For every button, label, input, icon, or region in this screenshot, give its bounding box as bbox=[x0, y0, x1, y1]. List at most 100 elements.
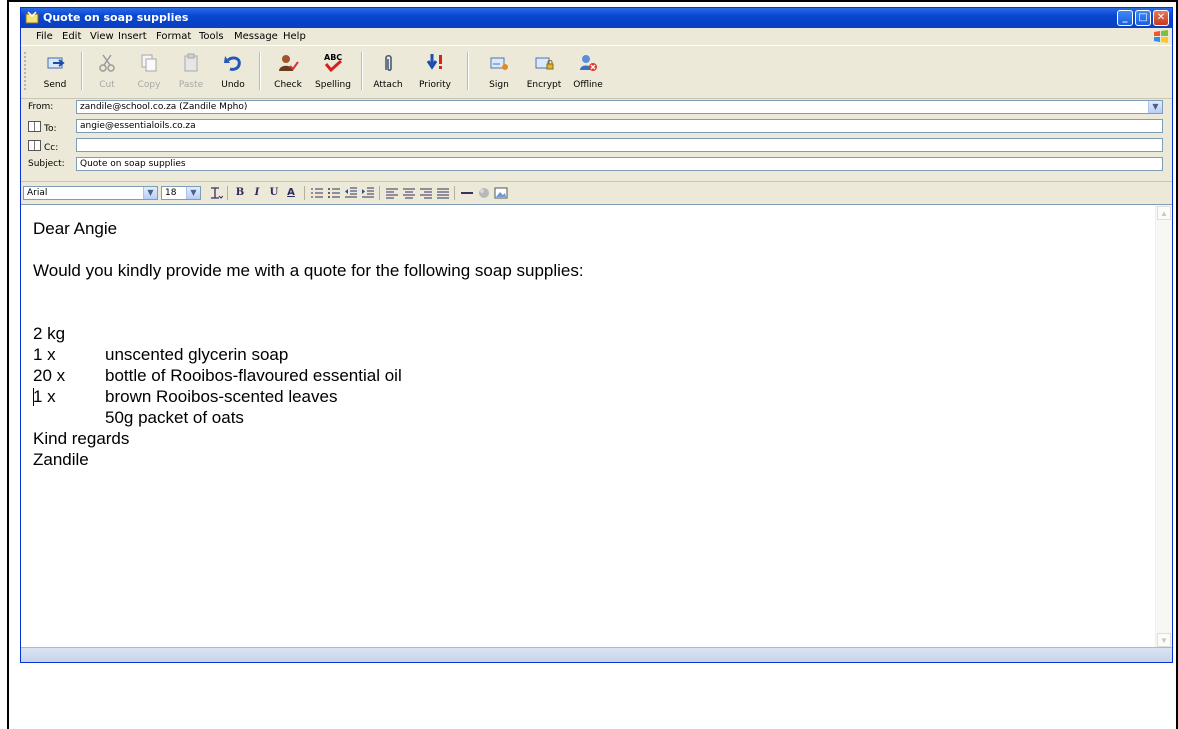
sign-button[interactable]: Sign bbox=[479, 50, 519, 94]
horizontal-line-icon[interactable] bbox=[460, 186, 474, 200]
font-size-select[interactable]: 18 ▼ bbox=[161, 186, 201, 200]
greeting: Dear Angie bbox=[33, 219, 118, 238]
send-button[interactable]: Send bbox=[35, 50, 75, 94]
formatting-toolbar: Arial ▼ 18 ▼ B I U A bbox=[21, 181, 1172, 205]
cut-button[interactable]: Cut bbox=[87, 50, 127, 94]
copy-button[interactable]: Copy bbox=[129, 50, 169, 94]
increase-indent-icon[interactable] bbox=[361, 186, 375, 200]
to-label[interactable]: To: bbox=[44, 124, 57, 134]
menu-view[interactable]: View bbox=[90, 31, 114, 42]
numbered-list-icon[interactable] bbox=[310, 186, 324, 200]
toolbar-separator bbox=[259, 52, 261, 90]
undo-icon bbox=[224, 56, 241, 71]
offline-icon bbox=[580, 55, 597, 71]
address-book-icon[interactable] bbox=[28, 140, 41, 151]
menu-insert[interactable]: Insert bbox=[118, 31, 147, 42]
paragraph-style-icon[interactable] bbox=[209, 186, 223, 200]
subject-row: Subject: Quote on soap supplies bbox=[21, 156, 1172, 174]
chevron-down-icon[interactable]: ▼ bbox=[1148, 101, 1162, 113]
menu-edit[interactable]: Edit bbox=[62, 31, 81, 42]
toolbar-separator bbox=[467, 52, 469, 90]
scroll-down-icon[interactable]: ▼ bbox=[1157, 633, 1171, 647]
menu-tools[interactable]: Tools bbox=[199, 31, 224, 42]
vertical-scrollbar[interactable]: ▲ ▼ bbox=[1155, 205, 1172, 648]
list-item: 1 x bottle of Rooibos-flavoured essentia… bbox=[33, 345, 402, 385]
decrease-indent-icon[interactable] bbox=[344, 186, 358, 200]
font-select[interactable]: Arial ▼ bbox=[23, 186, 158, 200]
bulleted-list-icon[interactable] bbox=[327, 186, 341, 200]
priority-button[interactable]: Priority bbox=[415, 50, 455, 94]
address-book-icon[interactable] bbox=[28, 121, 41, 132]
page-frame-top bbox=[7, 0, 1178, 2]
send-icon bbox=[47, 57, 65, 69]
close-button[interactable]: ✕ bbox=[1153, 10, 1169, 26]
menu-file[interactable]: File bbox=[36, 31, 53, 42]
message-body[interactable]: Dear Angie Would you kindly provide me w… bbox=[21, 204, 1172, 648]
insert-picture-icon[interactable] bbox=[494, 186, 508, 200]
check-names-button[interactable]: Check bbox=[268, 50, 308, 94]
closing: Kind regards bbox=[33, 429, 130, 448]
page-frame-left bbox=[7, 0, 9, 729]
chevron-down-icon[interactable]: ▼ bbox=[143, 187, 157, 199]
paste-button[interactable]: Paste bbox=[171, 50, 211, 94]
cc-row: Cc: bbox=[21, 137, 1172, 155]
subject-label: Subject: bbox=[28, 159, 65, 169]
minimize-button[interactable]: _ bbox=[1117, 10, 1133, 26]
toolbar-separator bbox=[361, 52, 363, 90]
font-color-button[interactable]: A bbox=[284, 186, 298, 200]
cc-field[interactable] bbox=[76, 138, 1163, 152]
maximize-button[interactable]: □ bbox=[1135, 10, 1151, 26]
toolbar-separator bbox=[304, 186, 305, 200]
underline-button[interactable]: U bbox=[267, 186, 281, 200]
windows-logo-icon bbox=[1154, 30, 1168, 43]
copy-icon bbox=[141, 54, 157, 72]
from-label: From: bbox=[28, 102, 54, 112]
menu-help[interactable]: Help bbox=[283, 31, 306, 42]
offline-button[interactable]: Offline bbox=[568, 50, 608, 94]
chevron-down-icon[interactable]: ▼ bbox=[186, 187, 200, 199]
menu-message[interactable]: Message bbox=[234, 31, 278, 42]
priority-icon bbox=[426, 54, 442, 70]
subject-field[interactable]: Quote on soap supplies bbox=[76, 157, 1163, 171]
toolbar-grip[interactable] bbox=[24, 52, 28, 90]
justify-icon[interactable] bbox=[436, 186, 450, 200]
undo-button[interactable]: Undo bbox=[213, 50, 253, 94]
list-item: 20 x brown Rooibos-scented leaves bbox=[33, 366, 338, 406]
spelling-button[interactable]: ABC Spelling bbox=[313, 50, 353, 94]
align-center-icon[interactable] bbox=[402, 186, 416, 200]
compose-window: Quote on soap supplies _ □ ✕ File Edit V… bbox=[20, 7, 1173, 663]
signature: Zandile bbox=[33, 450, 89, 469]
bold-button[interactable]: B bbox=[233, 186, 247, 200]
check-names-icon bbox=[279, 55, 299, 71]
attach-button[interactable]: Attach bbox=[368, 50, 408, 94]
sign-icon bbox=[490, 57, 508, 70]
menu-bar: File Edit View Insert Format Tools Messa… bbox=[21, 28, 1172, 45]
toolbar-separator bbox=[379, 186, 380, 200]
cc-label[interactable]: Cc: bbox=[44, 143, 58, 153]
toolbar: Send Cut Copy Paste Undo Check ABC Spell… bbox=[21, 45, 1172, 99]
align-right-icon[interactable] bbox=[419, 186, 433, 200]
new-message-icon bbox=[25, 11, 39, 24]
italic-button[interactable]: I bbox=[250, 186, 264, 200]
title-bar: Quote on soap supplies _ □ ✕ bbox=[21, 8, 1172, 28]
request-line: Would you kindly provide me with a quote… bbox=[33, 261, 584, 280]
menu-format[interactable]: Format bbox=[156, 31, 191, 42]
encrypt-button[interactable]: Encrypt bbox=[524, 50, 564, 94]
insert-hyperlink-icon[interactable] bbox=[477, 186, 491, 200]
window-title: Quote on soap supplies bbox=[43, 11, 189, 24]
text-cursor bbox=[33, 388, 34, 406]
paperclip-icon bbox=[385, 54, 392, 72]
to-row: To: angie@essentialoils.co.za bbox=[21, 118, 1172, 136]
align-left-icon[interactable] bbox=[385, 186, 399, 200]
from-row: From: zandile@school.co.za (Zandile Mpho… bbox=[21, 99, 1172, 117]
status-bar bbox=[21, 647, 1172, 662]
to-field[interactable]: angie@essentialoils.co.za bbox=[76, 119, 1163, 133]
list-item: 1 x 50g packet of oats bbox=[33, 387, 244, 427]
toolbar-separator bbox=[454, 186, 455, 200]
message-text: Dear Angie Would you kindly provide me w… bbox=[33, 218, 584, 470]
from-select[interactable]: zandile@school.co.za (Zandile Mpho) ▼ bbox=[76, 100, 1163, 114]
spelling-icon: ABC bbox=[324, 53, 342, 73]
scroll-up-icon[interactable]: ▲ bbox=[1157, 206, 1171, 220]
list-item: 2 kg unscented glycerin soap bbox=[33, 324, 289, 364]
encrypt-icon bbox=[535, 57, 554, 70]
